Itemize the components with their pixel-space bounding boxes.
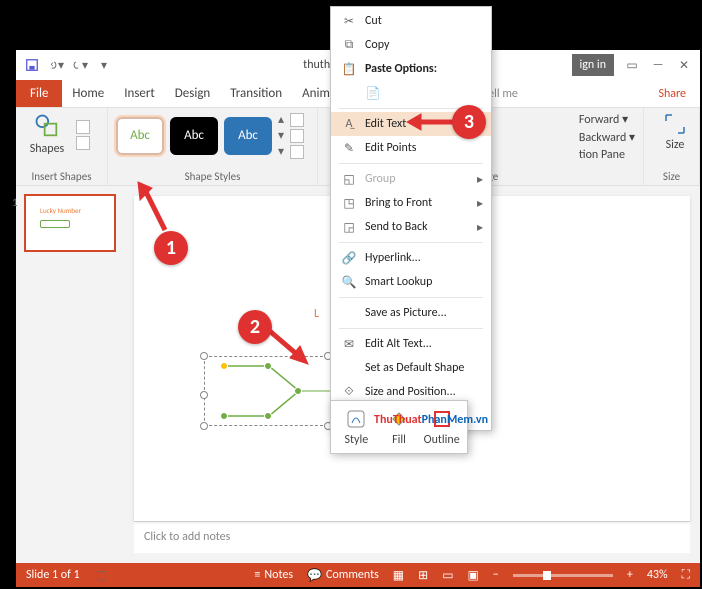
- annotation-badge-2: 2: [238, 310, 272, 344]
- link-icon: 🔗: [341, 250, 357, 266]
- ctx-paste-options[interactable]: 📄: [331, 81, 491, 105]
- group-icon: ◱: [341, 171, 357, 187]
- status-bar: Slide 1 of 1 ▢ ≡ Notes 💬 Comments ▦ ⊞ ▭ …: [16, 563, 700, 587]
- ctx-hyperlink[interactable]: 🔗Hyperlink...: [331, 246, 491, 270]
- slide-thumbnail-1[interactable]: Lucky Number: [24, 194, 116, 252]
- ctx-send-to-back[interactable]: ◲Send to Back▸: [331, 215, 491, 239]
- tab-transition[interactable]: Transition: [220, 80, 292, 107]
- ctx-smart-lookup[interactable]: 🔍Smart Lookup: [331, 270, 491, 294]
- zoom-out-icon[interactable]: −: [493, 568, 499, 582]
- gallery-up-icon[interactable]: ▴: [278, 112, 284, 127]
- ctx-edit-points[interactable]: ✎Edit Points: [331, 136, 491, 160]
- ctx-set-default-shape[interactable]: Set as Default Shape: [331, 356, 491, 380]
- thumbnail-pane[interactable]: Lucky Number: [16, 186, 124, 563]
- gallery-down-icon[interactable]: ▾: [278, 128, 284, 143]
- annotation-badge-1: 1: [154, 231, 188, 265]
- edit-shape-icon[interactable]: [76, 120, 90, 134]
- shape-effects-icon[interactable]: [290, 145, 304, 159]
- tab-home[interactable]: Home: [62, 80, 114, 107]
- style-swatch-2[interactable]: Abc: [170, 117, 218, 155]
- slide-count[interactable]: Slide 1 of 1: [26, 568, 80, 582]
- minimize-icon[interactable]: —: [650, 57, 666, 73]
- ctx-paste-options-header[interactable]: 📋Paste Options:: [331, 57, 491, 81]
- edit-points-icon: ✎: [341, 140, 357, 156]
- style-icon: [344, 407, 368, 431]
- fit-to-window-icon[interactable]: ⛶: [682, 568, 690, 582]
- zoom-level[interactable]: 43%: [647, 568, 668, 582]
- ctx-save-as-picture[interactable]: Save as Picture...: [331, 301, 491, 325]
- tab-design[interactable]: Design: [165, 80, 220, 107]
- size-button[interactable]: Size: [652, 112, 698, 158]
- redo-icon[interactable]: ▾: [72, 57, 88, 73]
- paste-option-icon[interactable]: 📄: [365, 85, 381, 101]
- sign-in-button[interactable]: ign in: [572, 54, 614, 76]
- spell-check-icon[interactable]: ▢: [94, 567, 110, 583]
- close-icon[interactable]: ✕: [676, 57, 692, 73]
- group-label-insert-shapes: Insert Shapes: [24, 168, 99, 183]
- size-position-icon: ⟐: [341, 384, 357, 400]
- style-swatch-1[interactable]: Abc: [116, 117, 164, 155]
- shape-fill-icon[interactable]: [290, 113, 304, 127]
- shapes-button[interactable]: Shapes: [24, 112, 70, 158]
- undo-icon[interactable]: ▾: [48, 57, 64, 73]
- smart-lookup-icon: 🔍: [341, 274, 357, 290]
- ctx-bring-to-front[interactable]: ◳Bring to Front▸: [331, 191, 491, 215]
- context-menu: ✂Cut ⧉Copy 📋Paste Options: 📄 A̲Edit Text…: [330, 6, 492, 431]
- mini-style-button[interactable]: Style: [335, 405, 378, 449]
- qat-more-icon[interactable]: ▾: [96, 57, 112, 73]
- tab-insert[interactable]: Insert: [114, 80, 165, 107]
- clipboard-icon: 📋: [341, 61, 357, 77]
- alt-text-icon: ✉: [341, 336, 357, 352]
- text-box-icon[interactable]: [76, 136, 90, 150]
- view-slideshow-icon[interactable]: ▣: [468, 568, 479, 583]
- style-swatch-3[interactable]: Abc: [224, 117, 272, 155]
- ctx-copy[interactable]: ⧉Copy: [331, 33, 491, 57]
- send-backward-button[interactable]: Backward ▾: [579, 130, 635, 145]
- view-normal-icon[interactable]: ▦: [393, 568, 404, 583]
- ctx-group[interactable]: ◱Group▸: [331, 167, 491, 191]
- tab-file[interactable]: File: [16, 80, 62, 107]
- notes-pane[interactable]: Click to add notes: [134, 521, 690, 553]
- bring-forward-button[interactable]: Forward ▾: [579, 112, 635, 127]
- copy-icon: ⧉: [341, 37, 357, 53]
- shape-outline-icon[interactable]: [290, 129, 304, 143]
- edit-text-icon: A̲: [341, 116, 357, 132]
- zoom-slider[interactable]: [513, 574, 613, 577]
- share-button[interactable]: Share: [644, 81, 700, 107]
- zoom-in-icon[interactable]: +: [627, 568, 633, 582]
- view-reading-icon[interactable]: ▭: [442, 568, 453, 583]
- ribbon-display-icon[interactable]: ▭: [624, 57, 640, 73]
- annotation-badge-3: 3: [452, 105, 486, 139]
- save-icon[interactable]: [24, 57, 40, 73]
- ctx-edit-alt-text[interactable]: ✉Edit Alt Text...: [331, 332, 491, 356]
- gallery-more-icon[interactable]: ▾: [278, 144, 284, 159]
- selection-pane-button[interactable]: tion Pane: [579, 148, 635, 162]
- bring-front-icon: ◳: [341, 195, 357, 211]
- group-label-size: Size: [652, 168, 691, 183]
- notes-button[interactable]: ≡ Notes: [254, 568, 293, 582]
- send-back-icon: ◲: [341, 219, 357, 235]
- scissors-icon: ✂: [341, 13, 357, 29]
- ctx-cut[interactable]: ✂Cut: [331, 9, 491, 33]
- watermark: ThuThuatPhanMem.vn: [374, 406, 488, 429]
- view-sorter-icon[interactable]: ⊞: [418, 568, 428, 583]
- comments-button[interactable]: 💬 Comments: [307, 568, 379, 583]
